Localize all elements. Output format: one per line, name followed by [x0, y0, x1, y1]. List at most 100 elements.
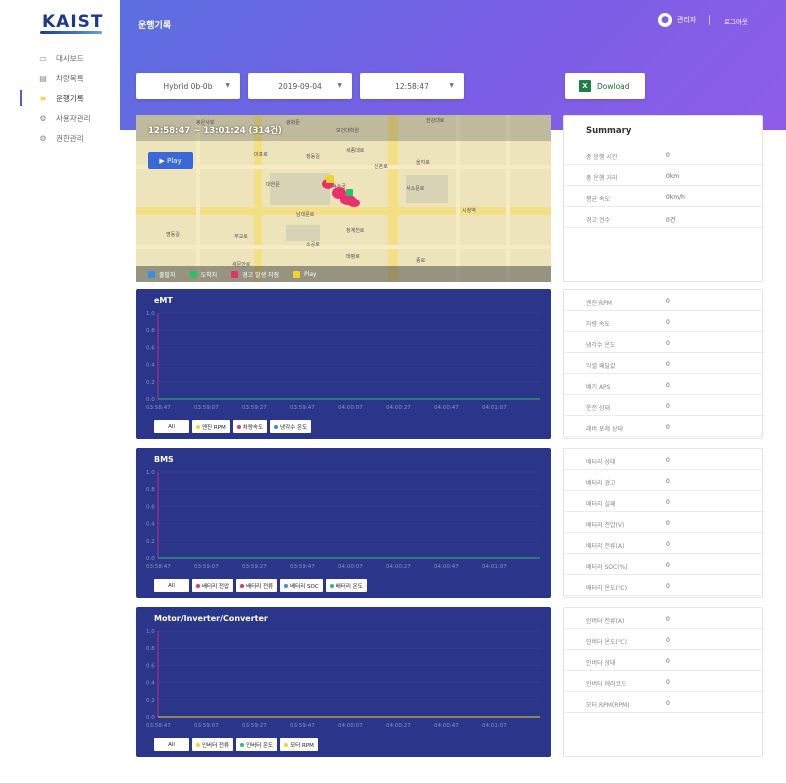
legend-toggle-button[interactable]: 모터 RPM	[280, 738, 318, 751]
summary-card: Summary 총 운행 시간 0 총 운행 거리 0km 평균 속도 0km/h 경고 건…	[563, 115, 764, 282]
info-label: 경고 건수	[586, 217, 610, 224]
legend-label: All	[168, 582, 175, 589]
legend-label: 인버터 온도	[246, 742, 274, 749]
sidebar-item[interactable]: ▤ 차량목록	[0, 68, 120, 88]
info-value: 0km	[666, 173, 680, 180]
user-avatar-icon: ●	[658, 13, 672, 27]
map-place-label: 무교로	[234, 234, 248, 240]
legend-toggle-button[interactable]: All	[154, 420, 189, 433]
legend-toggle-button[interactable]: 배터리 SOC	[280, 579, 323, 592]
x-tick-label: 03:58:47	[146, 723, 171, 729]
series-dot-icon	[236, 424, 241, 429]
sidebar-item[interactable]: ▭ 대시보드	[0, 48, 120, 68]
legend-toggle-button[interactable]: 차량속도	[232, 420, 268, 433]
info-row: 총 운행 거리 0km	[564, 166, 764, 186]
info-row: 냉각수 온도 0	[564, 333, 764, 353]
user-menu[interactable]: ● 관리자	[658, 13, 696, 27]
info-row: 레버 포제 상태 0	[564, 417, 764, 437]
legend-label: 배터리 온도	[335, 583, 363, 590]
legend-toggle-button[interactable]: 배터리 전류	[236, 579, 278, 592]
x-tick-label: 04:00:47	[434, 564, 459, 570]
time-select[interactable]: 12:58:47 ▼	[360, 73, 464, 99]
y-tick-label: 1.0	[146, 629, 155, 635]
info-label: 냉각수 온도	[586, 342, 616, 349]
legend-toggle-button[interactable]: 인버터 온도	[236, 738, 278, 751]
info-value: 0건	[666, 217, 676, 224]
series-dot-icon	[240, 742, 245, 747]
info-value: 0	[666, 319, 670, 326]
y-tick-label: 0.8	[146, 487, 155, 493]
info-row: 악셀 페달값 0	[564, 354, 764, 374]
map-place-label: 청계천로	[346, 228, 365, 234]
y-tick-label: 0.6	[146, 663, 155, 669]
info-row: 차량 속도 0	[564, 312, 764, 332]
legend-toggle-button[interactable]: 엔진 RPM	[192, 420, 230, 433]
legend-toggle-button[interactable]: 인버터 전류	[192, 738, 234, 751]
info-label: 엔진 RPM	[586, 300, 612, 307]
y-tick-label: 0.6	[146, 345, 155, 351]
info-label: 운전 상태	[586, 405, 610, 412]
y-tick-label: 1.0	[146, 470, 155, 476]
info-row: 인버터 온도(℃) 0	[564, 630, 764, 650]
legend-toggle-button[interactable]: 냉각수 온도	[270, 420, 312, 433]
bms-chart: 1.0 0.8 0.6 0.4 0.2 0.0 03:58:47 03:59:07 03:59:…	[146, 470, 540, 570]
x-tick-label: 04:00:07	[338, 405, 363, 411]
info-row: 총 운행 시간 0	[564, 145, 764, 165]
map-place-label: 태평로	[346, 254, 360, 260]
info-row: 인버터 상태 0	[564, 651, 764, 671]
series-dot-icon	[284, 742, 289, 747]
map-place-label: 소공로	[306, 242, 320, 248]
info-row: 엔진 RPM 0	[564, 291, 764, 311]
legend-toggle-button[interactable]: 배터리 온도	[325, 579, 367, 592]
legend-toggle-button[interactable]: All	[154, 738, 189, 751]
legend-label: All	[168, 423, 175, 430]
emt-legend: All 엔진 RPM 차량속도 냉각수 온도	[154, 420, 314, 433]
map-place-label: 남대문로	[296, 212, 315, 218]
kaist-logo[interactable]: KAIST	[42, 12, 104, 32]
info-label: 악셀 페달값	[586, 363, 616, 370]
legend-label: 배터리 전압	[202, 583, 230, 590]
map-place-label: 종로	[416, 258, 426, 264]
bms-chart-title: BMS	[154, 455, 174, 464]
info-label: 모터 RPM(RPM)	[586, 702, 630, 709]
info-value: 0	[666, 562, 670, 569]
play-button[interactable]: ▶ Play	[148, 152, 193, 169]
info-row: 배기 APS 0	[564, 375, 764, 395]
sidebar-item[interactable]: ≡ 운행기록	[0, 88, 120, 108]
series-dot-icon	[329, 583, 334, 588]
legend-toggle-button[interactable]: All	[154, 579, 189, 592]
info-value: 0	[666, 152, 670, 159]
y-tick-label: 0.6	[146, 504, 155, 510]
sidebar-item[interactable]: ⚙ 사용자관리	[0, 108, 120, 128]
info-row: 배터리 SOC(%) 0	[564, 555, 764, 575]
route-map[interactable]: 봉은사로광화문보건대학원한강대로마포로정동길세종대로신촌로을지로대한문덕수궁서소…	[136, 115, 551, 282]
series-dot-icon	[196, 742, 200, 747]
chevron-down-icon: ▼	[337, 82, 342, 89]
chevron-down-icon: ▼	[225, 82, 230, 89]
emt-info-card: 엔진 RPM 0 차량 속도 0 냉각수 온도 0 악셀 페달값 0 배기 APS 0 운전 상태 0…	[563, 289, 764, 439]
download-button[interactable]: X Dowload	[565, 73, 645, 99]
date-select[interactable]: 2019-09-04 ▼	[248, 73, 352, 99]
legend-toggle-button[interactable]: 배터리 전압	[192, 579, 234, 592]
x-tick-label: 04:00:27	[386, 564, 411, 570]
y-tick-label: 1.0	[146, 311, 155, 317]
end-marker	[346, 189, 353, 196]
x-tick-label: 03:59:47	[290, 405, 315, 411]
motor-chart: 1.0 0.8 0.6 0.4 0.2 0.0 03:58:47 03:59:07 03:59:…	[146, 629, 540, 729]
logout-link[interactable]: 로그아웃	[724, 16, 748, 26]
y-tick-label: 0.8	[146, 646, 155, 652]
info-label: 차량 속도	[586, 321, 610, 328]
sidebar-item[interactable]: ⚙ 권한관리	[0, 128, 120, 148]
emt-chart: 1.0 0.8 0.6 0.4 0.2 0.0 03:58:47 03:59:07 03:59:…	[146, 311, 540, 411]
map-place-label: 시청역	[462, 208, 476, 214]
series-dot-icon	[284, 583, 289, 588]
vehicle-list-icon: ▤	[39, 73, 47, 83]
map-time-range: 12:58:47 ~ 13:01:24 (314건)	[148, 126, 282, 136]
vehicle-select-value: Hybrid 0b-0b	[163, 81, 213, 91]
info-value: 0	[666, 583, 670, 590]
vehicle-select[interactable]: Hybrid 0b-0b ▼	[136, 73, 240, 99]
y-tick-label: 0.0	[146, 556, 155, 562]
info-value: 0	[666, 616, 670, 623]
info-value: 0	[666, 403, 670, 410]
permission-icon: ⚙	[39, 133, 47, 143]
